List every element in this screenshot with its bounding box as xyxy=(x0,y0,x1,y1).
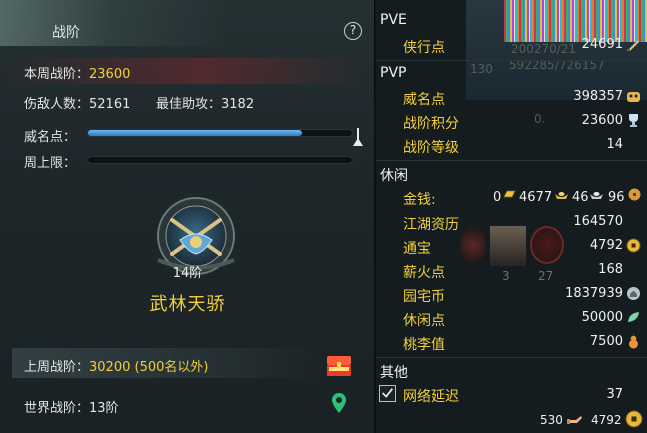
world-rank-row: 世界战阶：13阶 xyxy=(24,397,119,416)
kills-row: 伤敌人数：52161 xyxy=(24,93,130,112)
pvp-header: PVP xyxy=(380,65,407,81)
trophy-icon xyxy=(629,114,638,127)
assist-row: 最佳助攻：3182 xyxy=(156,93,254,112)
leisure-item-value: 50000 xyxy=(581,310,623,325)
ghost-text-6: 27 xyxy=(538,269,554,283)
ghost-text-4: 0. xyxy=(534,112,546,126)
money-silver-value: 46 xyxy=(572,190,589,205)
scene-figure-right xyxy=(530,226,564,264)
money-gold-value: 4677 xyxy=(519,190,553,205)
treasure-chest-icon[interactable] xyxy=(325,352,353,378)
world-rank-label: 世界战阶： xyxy=(24,401,90,416)
last-week-row: 上周战阶：30200 (500名以外) xyxy=(24,356,208,375)
divider xyxy=(376,60,647,61)
coin-icon xyxy=(625,410,643,428)
pvp-item-label: 战阶等级 xyxy=(403,140,459,156)
rank-panel: 战阶 ? 本周战阶：23600 伤敌人数：52161 最佳助攻：3182 威名点… xyxy=(0,0,375,433)
other-header: 其他 xyxy=(380,365,408,381)
footer-left-value: 530 xyxy=(540,413,563,427)
leaf-icon xyxy=(628,312,639,322)
week-rank-label: 本周战阶： xyxy=(24,67,90,82)
fame-progress-bar xyxy=(87,129,353,137)
checkmark-icon xyxy=(382,388,394,398)
hand-icon xyxy=(567,416,582,424)
leisure-item-value: 7500 xyxy=(589,334,623,349)
week-rank-value: 23600 xyxy=(89,67,131,82)
silver-ingot-icon xyxy=(590,192,603,199)
gourd-icon xyxy=(629,334,638,349)
kills-label: 伤敌人数： xyxy=(24,97,90,112)
footer-right-value: 4792 xyxy=(591,413,622,427)
pvp-item-label: 威名点 xyxy=(403,92,445,108)
weekly-cap-label: 周上限： xyxy=(24,156,77,171)
help-icon[interactable]: ? xyxy=(344,22,362,40)
other-item-value: 37 xyxy=(606,387,623,402)
scene-figure-left xyxy=(460,226,486,264)
weekly-cap-bar xyxy=(87,156,353,164)
leisure-item-label: 薪火点 xyxy=(403,265,445,281)
ghost-text-1: 200270/21 xyxy=(511,42,577,56)
world-rank-value: 13阶 xyxy=(89,401,119,416)
kills-value: 52161 xyxy=(89,97,131,112)
leisure-item-value: 1837939 xyxy=(565,286,623,301)
money-label: 金钱: xyxy=(403,192,436,208)
week-rank-row: 本周战阶：23600 xyxy=(24,63,130,82)
tiger-mask-icon xyxy=(627,92,640,102)
fame-progress-fill xyxy=(88,130,302,136)
leisure-item-label: 休闲点 xyxy=(403,313,445,329)
network-latency-checkbox[interactable] xyxy=(379,385,396,402)
location-pin-icon[interactable] xyxy=(331,392,347,414)
rank-title: 武林天骄 xyxy=(149,294,226,315)
assist-value: 3182 xyxy=(221,97,255,112)
coin-icon xyxy=(626,238,641,253)
leisure-item-value: 168 xyxy=(598,262,623,277)
currency-panel: 200270/21 592285/726157 130 0. 3 27 PVE … xyxy=(376,0,647,433)
game-hud-strip xyxy=(504,0,647,42)
leisure-item-label: 江湖资历 xyxy=(403,217,459,233)
fame-label: 威名点： xyxy=(24,130,77,145)
gold-bar-icon xyxy=(503,190,516,198)
assist-label: 最佳助攻： xyxy=(156,97,222,112)
pve-item-value: 24691 xyxy=(581,37,623,52)
blade-icon xyxy=(627,40,639,51)
last-week-label: 上周战阶： xyxy=(24,360,90,375)
panel-title: 战阶 xyxy=(52,25,80,41)
money-ingot-value: 0 xyxy=(493,190,502,205)
leisure-item-label: 通宝 xyxy=(403,241,431,257)
last-week-value: 30200 (500名以外) xyxy=(89,360,209,375)
pve-item-label: 侠行点 xyxy=(403,40,445,56)
house-coin-icon xyxy=(627,287,640,300)
pvp-item-value: 14 xyxy=(606,137,623,152)
pvp-item-value: 398357 xyxy=(573,89,623,104)
leisure-item-value: 4792 xyxy=(589,238,623,253)
divider xyxy=(376,160,647,161)
money-copper-value: 96 xyxy=(608,190,625,205)
flag-icon xyxy=(353,128,363,146)
pvp-item-label: 战阶积分 xyxy=(403,116,459,132)
ghost-text-3: 130 xyxy=(470,62,493,76)
leisure-item-label: 桃李值 xyxy=(403,337,445,353)
gold-ingot-icon xyxy=(555,192,568,199)
ghost-text-5: 3 xyxy=(502,269,510,283)
pve-header: PVE xyxy=(380,12,407,28)
leisure-item-value: 164570 xyxy=(573,214,623,229)
rank-level: 14阶 xyxy=(172,266,203,281)
leisure-header: 休闲 xyxy=(380,168,408,184)
other-item-label: 网络延迟 xyxy=(403,389,459,405)
divider xyxy=(376,357,647,358)
scene-figure-portrait xyxy=(490,226,526,266)
leisure-item-label: 园宅币 xyxy=(403,289,445,305)
copper-coin-icon xyxy=(628,188,641,201)
pvp-item-value: 23600 xyxy=(581,113,623,128)
